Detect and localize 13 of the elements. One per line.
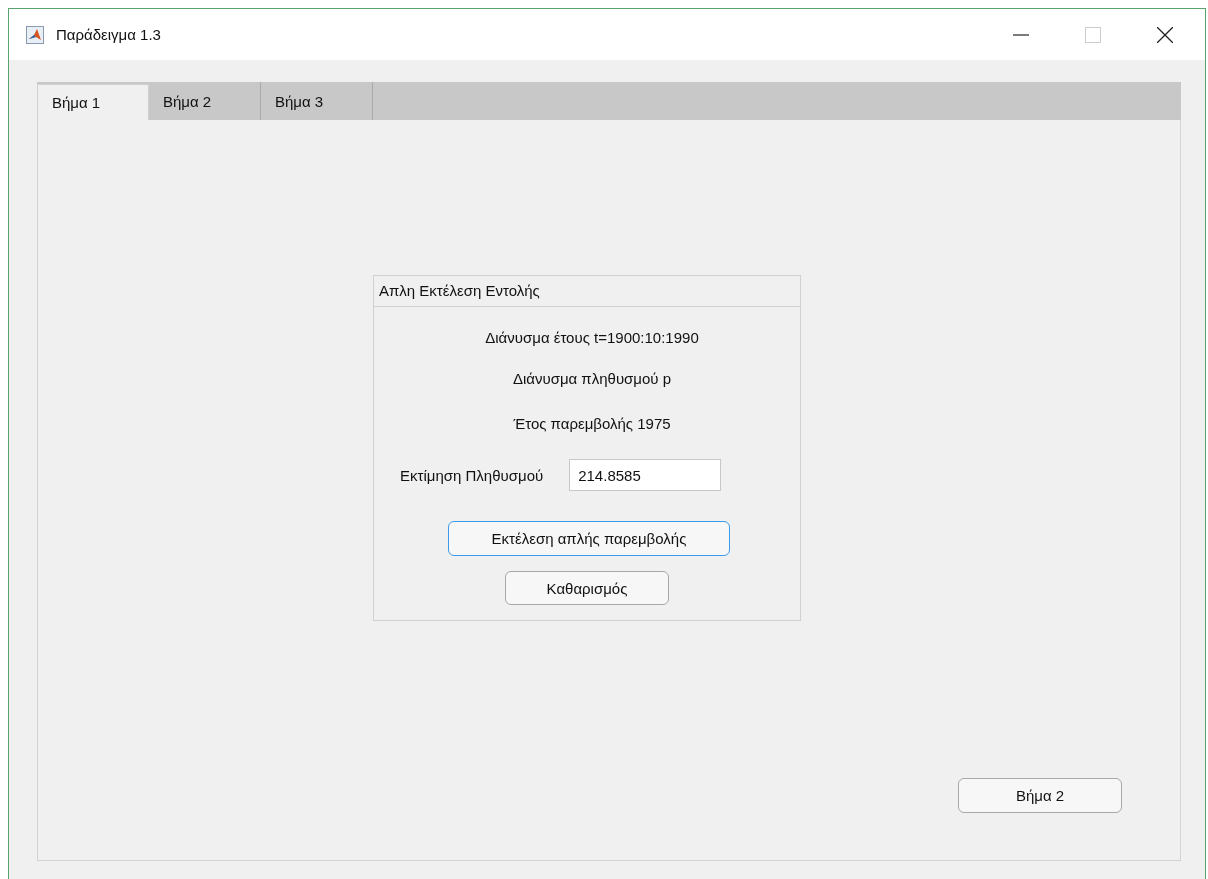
action-button[interactable]: Καθαρισμός bbox=[505, 571, 669, 605]
action-button[interactable]: Εκτέλεση απλής παρεμβολής bbox=[448, 521, 730, 556]
close-icon[interactable] bbox=[1157, 26, 1173, 43]
tab[interactable]: Βήμα 1 bbox=[37, 84, 149, 120]
group-title: Απλη Εκτέλεση Εντολής bbox=[374, 276, 800, 307]
label-text: Έτος παρεμβολής 1975 bbox=[513, 415, 671, 432]
estimate-label: Εκτίμηση Πληθυσμού bbox=[400, 466, 544, 484]
estimate-field[interactable]: 214.8585 bbox=[569, 459, 722, 491]
next-step-button[interactable]: Βήμα 2 bbox=[958, 778, 1122, 813]
app-icon bbox=[26, 25, 44, 44]
label-text: Διάνυσμα έτους t=1900:10:1990 bbox=[485, 329, 699, 346]
window-title: Παράδειγμα 1.3 bbox=[56, 26, 161, 43]
label-text: Διάνυσμα πληθυσμού p bbox=[512, 370, 672, 387]
